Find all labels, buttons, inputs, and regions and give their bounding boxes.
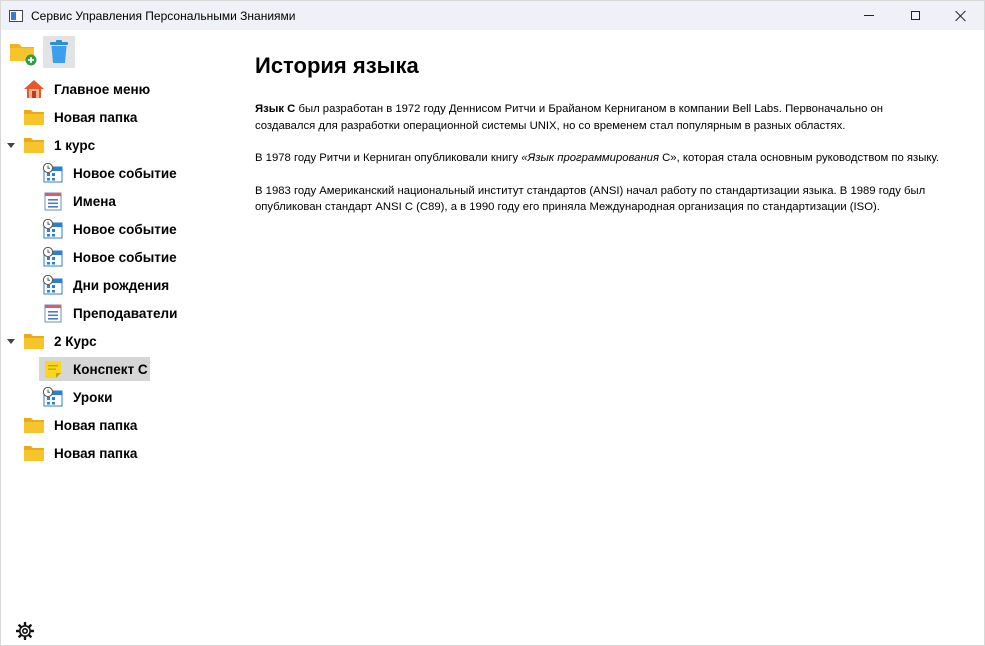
calendar-clock-icon	[42, 219, 63, 239]
window-controls	[846, 1, 984, 30]
collapse-arrow-2-kurs[interactable]	[7, 339, 15, 344]
folder-icon	[24, 110, 44, 125]
tree-item-label: Новое событие	[73, 221, 177, 237]
bold-text: Язык C	[255, 103, 296, 115]
close-button[interactable]	[938, 1, 984, 30]
minimize-icon	[864, 15, 874, 16]
maximize-button[interactable]	[892, 1, 938, 30]
list-icon	[44, 304, 62, 323]
tree-item-folder[interactable]: Новая папка	[23, 413, 137, 437]
delete-button[interactable]	[43, 36, 75, 68]
app-icon	[9, 9, 23, 22]
tree-item-folder[interactable]: Новая папка	[23, 105, 137, 129]
tree-item-event[interactable]: Новое событие	[42, 217, 177, 241]
tree-item-label: 1 курс	[54, 137, 96, 153]
calendar-clock-icon	[42, 387, 63, 407]
tree-item-teachers[interactable]: Преподаватели	[42, 301, 177, 325]
paragraph-1: Язык C был разработан в 1972 году Деннис…	[255, 103, 884, 132]
close-icon	[955, 10, 967, 22]
tree-item-label: Новое событие	[73, 165, 177, 181]
paragraph-3: В 1983 году Американский национальный ин…	[255, 184, 926, 214]
folder-icon	[24, 138, 44, 153]
tree-item-event[interactable]: Новое событие	[42, 161, 177, 185]
folder-icon	[24, 334, 44, 349]
document-title: История языка	[255, 53, 419, 78]
tree-item-label: Конспект C	[73, 361, 148, 377]
tree-item-label: Преподаватели	[73, 305, 178, 321]
tree-item-event[interactable]: Новое событие	[42, 245, 177, 269]
tree-item-label: Дни рождения	[73, 277, 170, 293]
app-window: Сервис Управления Персональными Знаниями	[0, 0, 985, 646]
folder-icon	[24, 446, 44, 461]
tree-item-lessons[interactable]: Уроки	[42, 385, 112, 409]
folder-icon	[24, 418, 44, 433]
title-bar[interactable]: Сервис Управления Персональными Знаниями	[1, 1, 984, 30]
tree-item-label: Новая папка	[54, 109, 138, 125]
collapse-arrow-1-kurs[interactable]	[7, 143, 15, 148]
window-title: Сервис Управления Персональными Знаниями	[31, 8, 296, 23]
add-folder-button[interactable]	[7, 36, 39, 68]
tree-item-2-kurs[interactable]: 2 Курс	[23, 329, 97, 353]
list-icon	[44, 192, 62, 211]
gear-icon	[16, 622, 34, 640]
tree-item-1-kurs[interactable]: 1 курс	[23, 133, 95, 157]
tree-item-label: Новая папка	[54, 445, 138, 461]
tree-item-label: 2 Курс	[54, 333, 97, 349]
tree-item-note-c[interactable]: Конспект C	[39, 357, 150, 381]
tree-item-label: Новое событие	[73, 249, 177, 265]
trash-icon	[50, 40, 68, 63]
calendar-clock-icon	[42, 163, 63, 183]
tree-item-label: Главное меню	[54, 81, 151, 97]
document-view[interactable]: История языка Язык C был разработан в 19…	[255, 53, 945, 232]
settings-button[interactable]	[15, 621, 35, 641]
italic-text: «Язык программирования	[521, 152, 659, 164]
tree-item-list[interactable]: Имена	[42, 189, 116, 213]
tree-item-main-menu[interactable]: Главное меню	[23, 77, 150, 101]
note-icon	[45, 361, 61, 378]
tree-item-label: Имена	[73, 193, 116, 209]
calendar-clock-icon	[42, 275, 63, 295]
home-icon	[24, 80, 44, 98]
folder-add-icon	[10, 44, 37, 66]
tree-item-label: Уроки	[73, 389, 113, 405]
tree-item-label: Новая папка	[54, 417, 138, 433]
toolbar	[7, 36, 75, 68]
paragraph-2: В 1978 году Ритчи и Керниган опубликовал…	[255, 152, 940, 164]
calendar-clock-icon	[42, 247, 63, 267]
tree-item-folder[interactable]: Новая папка	[23, 441, 137, 465]
minimize-button[interactable]	[846, 1, 892, 30]
maximize-icon	[910, 11, 920, 20]
tree-item-birthdays[interactable]: Дни рождения	[42, 273, 169, 297]
